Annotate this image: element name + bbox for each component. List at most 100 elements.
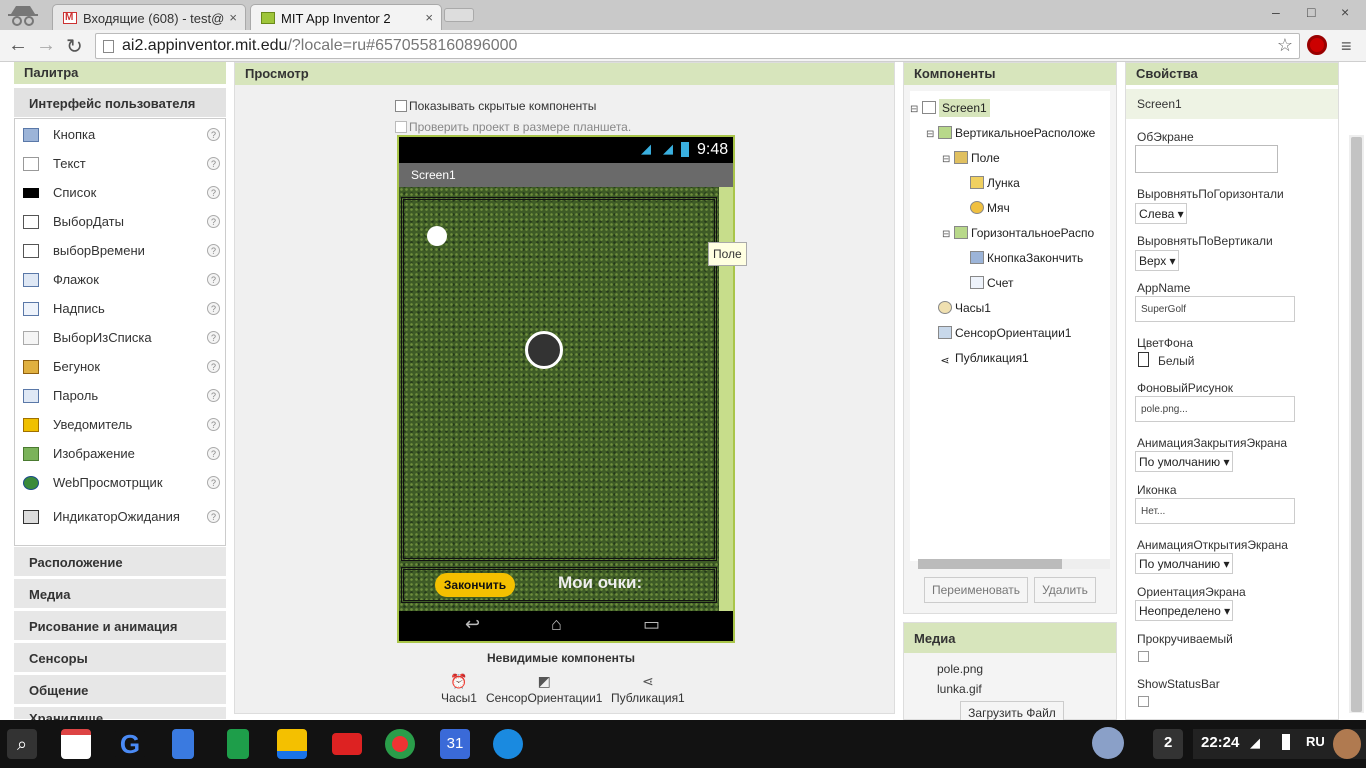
bgcolor-value[interactable]: Белый xyxy=(1158,354,1194,368)
google-icon[interactable]: G xyxy=(115,729,145,759)
help-icon[interactable]: ? xyxy=(207,360,220,373)
palette-category-drawing[interactable]: Рисование и анимация xyxy=(14,611,226,641)
bgimage-input[interactable]: pole.png... xyxy=(1135,396,1295,422)
forward-icon[interactable]: → xyxy=(36,34,56,57)
scrollbar-thumb[interactable] xyxy=(1351,137,1362,712)
palette-category-layout[interactable]: Расположение xyxy=(14,547,226,577)
help-icon[interactable]: ? xyxy=(207,418,220,431)
screen-title-bar[interactable]: Screen1 xyxy=(399,163,733,187)
menu-icon[interactable]: ≡ xyxy=(1341,36,1352,57)
help-icon[interactable]: ? xyxy=(207,447,220,460)
maximize-icon[interactable]: □ xyxy=(1307,4,1315,20)
close-animation-select[interactable]: По умолчанию ▾ xyxy=(1135,451,1233,472)
tablet-size-checkbox[interactable]: Проверить проект в размере планшета. xyxy=(395,120,631,134)
finish-button[interactable]: Закончить xyxy=(435,573,515,597)
search-icon[interactable]: ⌕ xyxy=(7,729,37,759)
chrome-icon[interactable] xyxy=(385,729,415,759)
page-vertical-scrollbar[interactable] xyxy=(1349,135,1364,713)
tree-node-orientation-sensor[interactable]: СенсорОриентации1 xyxy=(936,326,1071,340)
palette-item-slider[interactable]: Бегунок? xyxy=(15,352,225,381)
tree-node-hole[interactable]: Лунка xyxy=(968,176,1020,190)
hole-sprite[interactable] xyxy=(525,331,563,369)
align-vertical-select[interactable]: Верх ▾ xyxy=(1135,250,1179,271)
palette-item-notifier[interactable]: Уведомитель? xyxy=(15,410,225,439)
tree-node-screen1[interactable]: ⊟ Screen1 xyxy=(910,99,990,117)
sheets-icon[interactable] xyxy=(227,729,249,759)
tree-node-sharing[interactable]: ⋖ Публикация1 xyxy=(936,351,1029,368)
profile-avatar[interactable] xyxy=(1333,729,1361,759)
show-statusbar-checkbox[interactable] xyxy=(1138,696,1149,707)
ball-sprite[interactable] xyxy=(427,226,447,246)
help-icon[interactable]: ? xyxy=(207,389,220,402)
palette-category-ui[interactable]: Интерфейс пользователя xyxy=(14,88,226,118)
close-tab-icon[interactable]: × xyxy=(229,10,237,25)
invisible-sharing[interactable]: ⋖ Публикация1 xyxy=(611,673,685,705)
help-icon[interactable]: ? xyxy=(207,244,220,257)
tree-node-score[interactable]: Счет xyxy=(968,276,1014,290)
help-icon[interactable]: ? xyxy=(207,331,220,344)
checkbox-box[interactable] xyxy=(395,100,407,112)
appname-input[interactable]: SuperGolf xyxy=(1135,296,1295,322)
collapse-icon[interactable]: ⊟ xyxy=(942,229,952,240)
palette-item-datepicker[interactable]: ВыборДаты? xyxy=(15,207,225,236)
tree-horizontal-scrollbar[interactable] xyxy=(918,559,1110,569)
docs-icon[interactable] xyxy=(172,729,194,759)
calendar-icon[interactable]: 31 xyxy=(440,729,470,759)
address-bar[interactable]: ai2.appinventor.mit.edu/?locale=ru#65705… xyxy=(95,33,1300,59)
delete-button[interactable]: Удалить xyxy=(1034,577,1096,603)
invisible-clock[interactable]: ⏰ Часы1 xyxy=(441,673,477,705)
about-screen-textarea[interactable] xyxy=(1135,145,1278,173)
icon-input[interactable]: Нет... xyxy=(1135,498,1295,524)
show-hidden-checkbox[interactable]: Показывать скрытые компоненты xyxy=(395,99,596,113)
tree-node-horizontal-arrangement[interactable]: ⊟ ГоризонтальноеРаспо xyxy=(942,226,1094,240)
palette-item-webviewer[interactable]: WebПросмотрщик? xyxy=(15,468,225,497)
close-window-icon[interactable]: × xyxy=(1341,4,1349,20)
help-icon[interactable]: ? xyxy=(207,510,220,523)
palette-item-button[interactable]: Кнопка? xyxy=(15,120,225,149)
ublock-icon[interactable] xyxy=(1307,35,1327,55)
palette-category-storage[interactable]: Хранилище xyxy=(14,707,226,726)
bgcolor-swatch[interactable] xyxy=(1138,352,1149,367)
scrollbar-thumb[interactable] xyxy=(918,559,1062,569)
reload-icon[interactable]: ↻ xyxy=(66,34,83,59)
gmail-icon[interactable] xyxy=(61,729,91,759)
tab-app-inventor[interactable]: MIT App Inventor 2 × xyxy=(250,4,442,30)
tab-gmail[interactable]: M Входящие (608) - test@ × xyxy=(52,4,246,30)
help-icon[interactable]: ? xyxy=(207,302,220,315)
palette-item-listpicker[interactable]: ВыборИзСписка? xyxy=(15,323,225,352)
palette-item-password[interactable]: Пароль? xyxy=(15,381,225,410)
orientation-select[interactable]: Неопределено ▾ xyxy=(1135,600,1234,621)
tree-node-clock[interactable]: Часы1 xyxy=(936,301,991,315)
scrollable-checkbox[interactable] xyxy=(1138,651,1149,662)
youtube-icon[interactable] xyxy=(332,733,362,755)
help-icon[interactable]: ? xyxy=(207,273,220,286)
help-icon[interactable]: ? xyxy=(207,186,220,199)
score-label[interactable]: Мои очки: xyxy=(558,573,642,593)
tree-node-canvas[interactable]: ⊟ Поле xyxy=(942,151,1000,165)
rename-button[interactable]: Переименовать xyxy=(924,577,1028,603)
bookmark-star-icon[interactable]: ☆ xyxy=(1277,35,1293,56)
palette-item-timepicker[interactable]: выборВремени? xyxy=(15,236,225,265)
palette-item-checkbox[interactable]: Флажок? xyxy=(15,265,225,294)
tree-node-vertical-arrangement[interactable]: ⊟ ВертикальноеРасположе xyxy=(926,126,1095,140)
palette-category-social[interactable]: Общение xyxy=(14,675,226,705)
palette-item-textbox[interactable]: Текст? xyxy=(15,149,225,178)
palette-category-sensors[interactable]: Сенсоры xyxy=(14,643,226,673)
align-horizontal-select[interactable]: Слева ▾ xyxy=(1135,203,1187,224)
open-animation-select[interactable]: По умолчанию ▾ xyxy=(1135,553,1233,574)
checkbox-box[interactable] xyxy=(395,121,407,133)
close-tab-icon[interactable]: × xyxy=(425,10,433,25)
tree-node-ball[interactable]: Мяч xyxy=(968,201,1010,215)
minimize-icon[interactable]: – xyxy=(1272,4,1280,20)
collapse-icon[interactable]: ⊟ xyxy=(926,129,936,140)
help-icon[interactable]: ? xyxy=(207,128,220,141)
collapse-icon[interactable]: ⊟ xyxy=(910,104,920,115)
collapse-icon[interactable]: ⊟ xyxy=(942,154,952,165)
help-icon[interactable]: ? xyxy=(207,157,220,170)
back-icon[interactable]: ← xyxy=(8,34,28,57)
media-file[interactable]: lunka.gif xyxy=(937,682,982,696)
help-icon[interactable]: ? xyxy=(207,476,220,489)
tree-node-finish-button[interactable]: КнопкаЗакончить xyxy=(968,251,1083,265)
new-tab-button[interactable] xyxy=(444,8,474,22)
drive-icon[interactable] xyxy=(277,729,307,759)
